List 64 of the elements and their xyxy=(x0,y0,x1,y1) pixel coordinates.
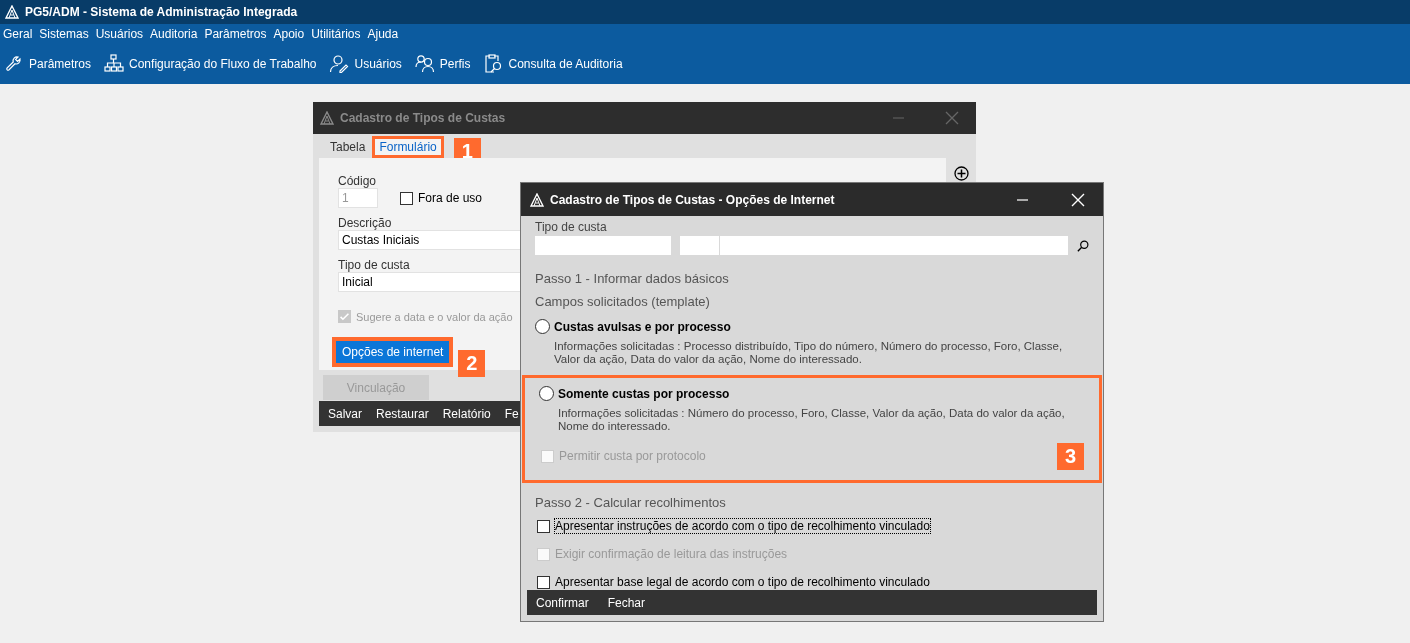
section-heading: Passo 2 - Calcular recolhimentos xyxy=(535,495,727,510)
footer-button[interactable]: Restaurar xyxy=(376,406,429,421)
toolbar-button[interactable]: Perfis xyxy=(414,54,471,74)
radio-button[interactable] xyxy=(535,319,550,334)
section-heading: Campos solicitados (template) xyxy=(535,294,711,309)
dialog-title: Cadastro de Tipos de Custas - Opções de Internet xyxy=(550,192,835,207)
menu-item[interactable]: Utilitários xyxy=(311,27,361,41)
toolbar-button[interactable]: Configuração do Fluxo de Trabalho xyxy=(104,54,317,74)
close-icon xyxy=(1071,192,1085,207)
menu-item[interactable]: Usuários xyxy=(95,27,144,41)
checkbox[interactable] xyxy=(537,519,550,533)
checkbox[interactable] xyxy=(537,575,550,589)
field-label: Código xyxy=(338,174,377,188)
tab[interactable]: Tabela xyxy=(325,138,371,156)
checkbox-label: Apresentar instruções de acordo com o tipo de recolhimento vinculado xyxy=(555,519,930,533)
toolbar-button[interactable]: Parâmetros xyxy=(4,54,92,74)
footer-button[interactable]: Fe xyxy=(504,406,519,421)
option-description: Informações solicitadas : Número do processo, Foro, Classe, Valor da ação, Data do valor da ação, Nome do interessado. xyxy=(558,407,1066,433)
input-field[interactable] xyxy=(535,236,671,255)
add-circle-icon xyxy=(953,166,969,181)
checkbox-label: Permitir custa por protocolo xyxy=(559,449,706,463)
toolbar-button[interactable]: Consulta de Auditoria xyxy=(483,54,623,74)
app-title: PG5/ADM - Sistema de Administração Integrada xyxy=(25,5,298,19)
checkbox-label: Apresentar base legal de acordo com o tipo de recolhimento vinculado xyxy=(555,575,930,589)
input-field[interactable] xyxy=(680,236,719,255)
logo-icon xyxy=(5,5,19,19)
toolbar-button[interactable]: Usuários xyxy=(329,54,402,74)
option-description: Informações solicitadas : Processo distribuído, Tipo do número, Número do processo, Foro, Classe, Valor da ação, Data do valor da ação, Nome do interessado. xyxy=(554,340,1064,366)
radio-label: Somente custas por processo xyxy=(558,386,730,401)
callout-number: 2 xyxy=(458,350,486,377)
field-label: Tipo de custa xyxy=(338,258,410,272)
radio-label: Custas avulsas e por processo xyxy=(554,319,731,334)
menu-item[interactable]: Auditoria xyxy=(150,27,198,41)
checkbox[interactable] xyxy=(400,191,413,205)
logo-icon xyxy=(320,111,334,125)
section-heading: Passo 1 - Informar dados básicos xyxy=(535,271,730,286)
footer-button[interactable]: Salvar xyxy=(328,406,362,421)
tab[interactable]: Formulário xyxy=(372,136,444,158)
close-icon xyxy=(945,111,959,125)
wrench-icon xyxy=(4,54,24,74)
checkbox-label: Exigir confirmação de leitura das instruções xyxy=(555,547,788,561)
footer-button[interactable]: Relatório xyxy=(442,406,491,421)
menu-item[interactable]: Apoio xyxy=(273,27,305,41)
users-icon xyxy=(414,54,435,74)
field-label: Descrição xyxy=(338,216,392,230)
window-title: Cadastro de Tipos de Custas xyxy=(340,111,506,125)
radio-button[interactable] xyxy=(539,386,554,401)
input-field[interactable] xyxy=(720,236,1068,255)
search-icon xyxy=(1077,238,1089,253)
hierarchy-icon xyxy=(104,54,125,74)
callout-number: 3 xyxy=(1057,443,1084,470)
menu-item[interactable]: Sistemas xyxy=(39,27,89,41)
menu-item[interactable]: Parâmetros xyxy=(204,27,267,41)
field-label: Tipo de custa xyxy=(535,220,607,234)
internet-options-button[interactable]: Opções de internet xyxy=(332,337,454,367)
footer-button[interactable]: Fechar xyxy=(607,595,646,610)
clipboard-search-icon xyxy=(483,54,504,74)
user-icon xyxy=(329,54,350,74)
footer-button[interactable]: Confirmar xyxy=(536,595,589,610)
menu-item[interactable]: Ajuda xyxy=(367,27,399,41)
menu-item[interactable]: Geral xyxy=(3,27,33,41)
checkbox-label: Fora de uso xyxy=(418,191,483,205)
checkbox-label: Sugere a data e o valor da ação xyxy=(356,310,513,323)
logo-icon xyxy=(530,192,544,207)
